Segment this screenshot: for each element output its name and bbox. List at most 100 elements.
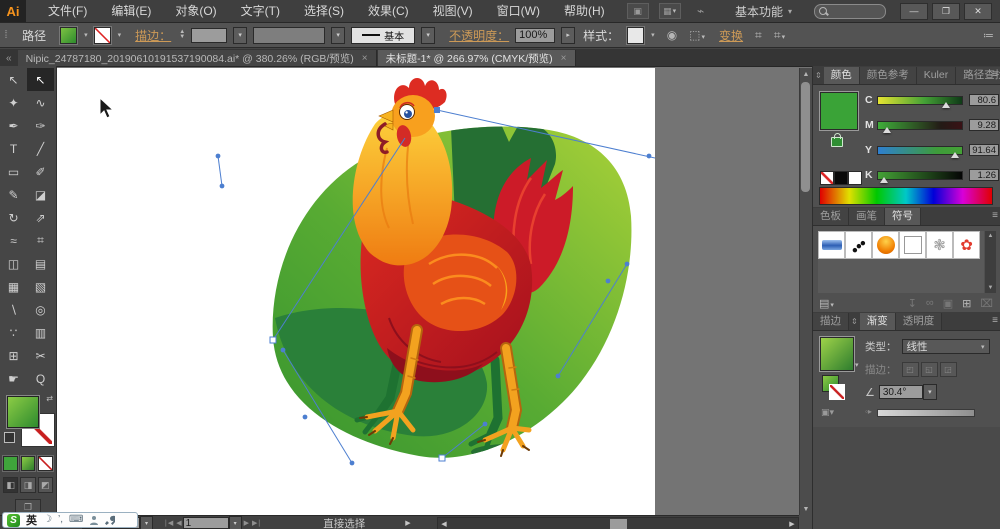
minimize-button[interactable]: — — [900, 2, 928, 20]
input-language-toggle[interactable]: 英 — [26, 512, 37, 528]
rotate-tool[interactable]: ↻ — [0, 206, 27, 229]
menu-edit[interactable]: 编辑(E) — [99, 0, 163, 22]
fullwidth-toggle-icon[interactable]: ☽ — [43, 515, 52, 525]
black-swatch[interactable] — [834, 171, 848, 185]
scale-tool[interactable]: ⇗ — [27, 206, 54, 229]
scroll-up-icon[interactable]: ▲ — [988, 233, 994, 239]
status-expand-icon[interactable]: ▶ — [405, 519, 410, 527]
slider-thumb[interactable] — [879, 176, 888, 183]
current-color-swatch[interactable] — [820, 92, 858, 130]
lock-icon[interactable] — [831, 133, 843, 147]
panel-menu-icon[interactable]: ≡ — [992, 315, 998, 326]
document-tab-1[interactable]: Nipic_24787180_20190610191537190084.ai* … — [17, 50, 377, 66]
cyan-slider[interactable] — [877, 95, 963, 108]
white-swatch[interactable] — [848, 171, 862, 185]
stroke-panel-link[interactable]: 描边： — [135, 27, 171, 44]
menu-effect[interactable]: 效果(C) — [356, 0, 421, 22]
angle-dropdown[interactable]: ▾ — [922, 384, 937, 400]
close-tab-icon[interactable]: × — [561, 53, 567, 64]
vertical-scroll-thumb[interactable] — [801, 82, 810, 192]
horizontal-scrollbar[interactable]: ◀ ▶ — [437, 517, 799, 529]
symbol-library-icon[interactable]: ▤▾ — [819, 297, 834, 310]
panel-menu-icon[interactable]: ≡ — [992, 69, 998, 80]
stroke-weight-field[interactable] — [191, 27, 228, 43]
slider-thumb[interactable] — [883, 126, 892, 133]
punctuation-toggle-icon[interactable]: ’, — [58, 515, 63, 525]
black-slider[interactable] — [877, 170, 963, 183]
red-daisy-symbol[interactable]: ✿ — [953, 231, 980, 259]
magenta-slider[interactable] — [877, 120, 963, 133]
rectangle-tool[interactable]: ▭ — [0, 160, 27, 183]
menu-select[interactable]: 选择(S) — [292, 0, 356, 22]
cyan-value-field[interactable]: 80.6 — [969, 94, 999, 106]
fill-proxy[interactable] — [7, 396, 39, 428]
type-tool[interactable]: T — [0, 137, 27, 160]
scroll-right-icon[interactable]: ▶ — [786, 518, 798, 529]
width-profile-dropdown[interactable] — [253, 26, 326, 44]
symbols-scrollbar[interactable]: ▲ ▼ — [985, 231, 996, 293]
style-swatch[interactable] — [627, 26, 645, 44]
stroke-weight-stepper[interactable]: ▲ ▼ — [179, 29, 185, 40]
opacity-link[interactable]: 不透明度： — [449, 27, 509, 44]
first-artboard-button[interactable]: ❘◀ — [163, 519, 173, 527]
mesh-tool[interactable]: ▦ — [0, 275, 27, 298]
next-artboard-button[interactable]: ▶ — [244, 519, 249, 527]
eyedropper-tool[interactable]: ∖ — [0, 298, 27, 321]
search-input[interactable] — [814, 3, 886, 19]
app-logo[interactable]: Ai — [0, 0, 26, 22]
tab-color[interactable]: 颜色 — [823, 67, 860, 84]
color-mode-button[interactable] — [3, 456, 18, 471]
chevron-down-icon[interactable]: ▾ — [118, 31, 122, 39]
tab-brushes[interactable]: 画笔 — [849, 208, 885, 225]
perspective-grid-tool[interactable]: ▤ — [27, 252, 54, 275]
direct-selection-tool[interactable]: ↖ — [27, 68, 54, 91]
horizontal-scroll-thumb[interactable] — [610, 519, 627, 529]
break-link-icon[interactable]: ∞ — [926, 297, 934, 310]
tab-color-guide[interactable]: 颜色参考 — [859, 67, 917, 84]
gradient-slider[interactable] — [877, 409, 975, 417]
scroll-left-icon[interactable]: ◀ — [438, 518, 450, 529]
artboard[interactable] — [57, 68, 655, 515]
document-tab-2[interactable]: 未标题-1* @ 266.97% (CMYK/预览) × — [377, 50, 576, 66]
brush-definition-dropdown[interactable]: 基本 — [351, 26, 416, 44]
bridge-icon[interactable]: ▣ — [626, 3, 649, 19]
last-artboard-button[interactable]: ▶❘ — [252, 519, 262, 527]
sogou-input-bar[interactable]: S 英 ☽ ’, ⌨ — [2, 512, 138, 528]
wrench-icon[interactable] — [105, 515, 116, 525]
prev-artboard-button[interactable]: ◀ — [176, 519, 181, 527]
place-symbol-icon[interactable]: ↧ — [908, 297, 917, 310]
swap-fill-stroke-icon[interactable]: ⇄ — [46, 394, 53, 403]
panel-collapse-icon[interactable]: ⇕ — [849, 317, 860, 326]
arrange-documents-icon[interactable]: ▦ ▾ — [658, 3, 681, 19]
scroll-down-icon[interactable]: ▼ — [988, 285, 994, 291]
column-graph-tool[interactable]: ▥ — [27, 321, 54, 344]
document-setup-icon[interactable]: ⬚▾ — [689, 28, 705, 42]
gradient-swatch[interactable] — [820, 337, 854, 371]
tab-kuler[interactable]: Kuler — [916, 67, 957, 84]
panel-menu-icon[interactable]: ≡ — [992, 210, 998, 221]
magic-wand-tool[interactable]: ✦ — [0, 91, 27, 114]
tab-stroke[interactable]: 描边 — [813, 313, 849, 330]
menu-view[interactable]: 视图(V) — [421, 0, 485, 22]
chevron-down-icon[interactable]: ▾ — [331, 26, 346, 44]
orange-orb-symbol[interactable] — [872, 231, 899, 259]
line-tool[interactable]: ╱ — [27, 137, 54, 160]
symbol-sprayer-tool[interactable]: ∵ — [0, 321, 27, 344]
close-tab-icon[interactable]: × — [362, 53, 368, 64]
user-icon[interactable] — [89, 515, 99, 525]
width-tool[interactable]: ≈ — [0, 229, 27, 252]
collapse-icon[interactable]: « — [6, 53, 12, 64]
menu-window[interactable]: 窗口(W) — [485, 0, 552, 22]
gradient-stops-icon[interactable]: ▣▾ — [821, 407, 834, 418]
default-fill-stroke-icon[interactable] — [4, 432, 15, 443]
stroke-gradient-within-icon[interactable]: ◰ — [901, 362, 919, 377]
none-mode-button[interactable] — [38, 456, 54, 471]
align-icon[interactable]: ⌗ — [755, 28, 762, 43]
gradient-angle-field[interactable]: 30.4° — [878, 385, 923, 399]
sogou-logo[interactable]: S — [7, 513, 20, 527]
lasso-tool[interactable]: ∿ — [27, 91, 54, 114]
gradient-type-dropdown[interactable]: 线性 ▾ — [901, 339, 990, 354]
artwork-svg[interactable] — [57, 68, 655, 515]
soft-keyboard-icon[interactable]: ⌨ — [69, 515, 83, 525]
zoom-dropdown[interactable]: ▾ — [140, 516, 153, 529]
